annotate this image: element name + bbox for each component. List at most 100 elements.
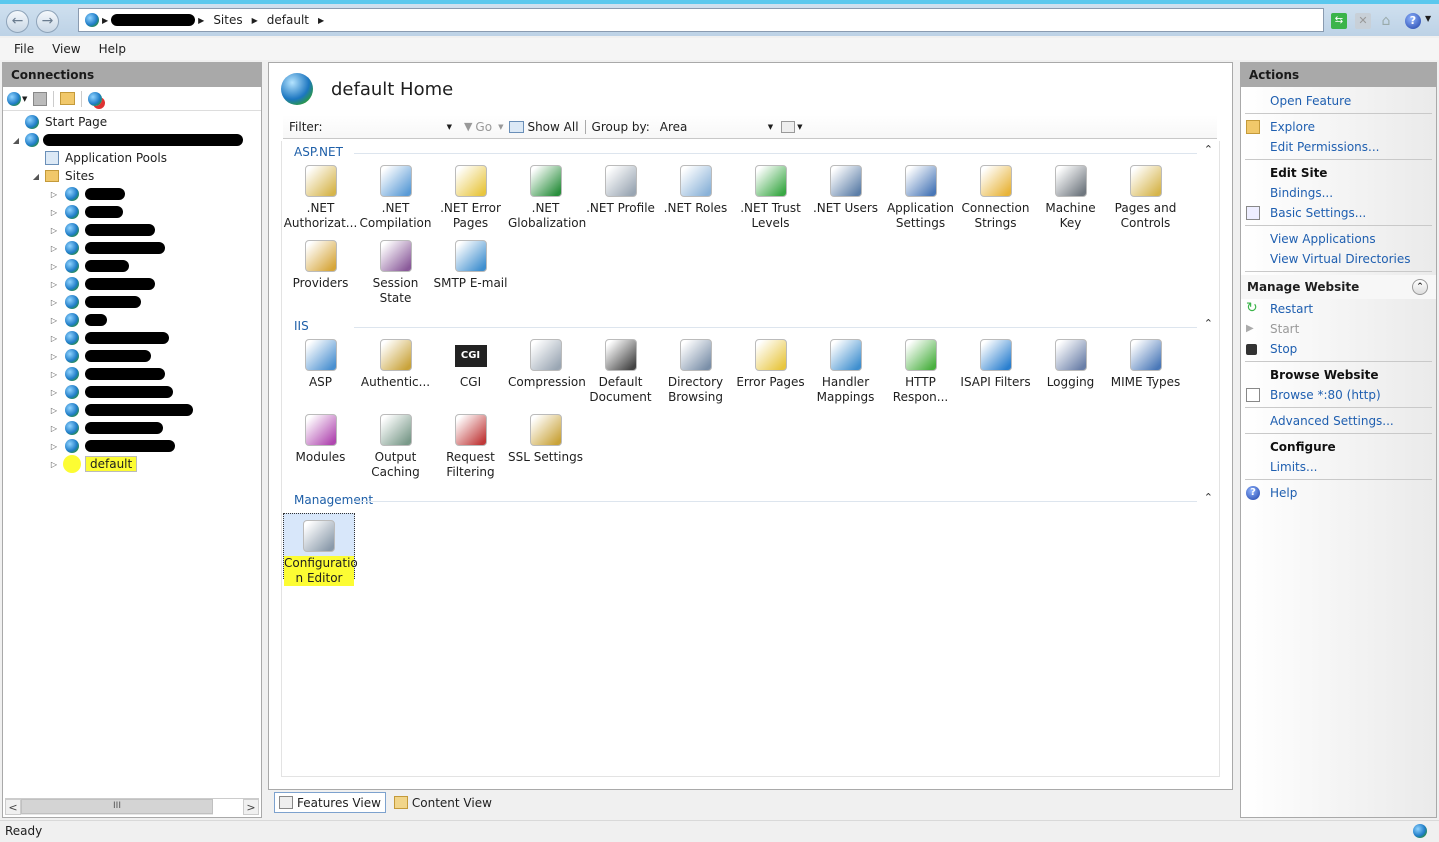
action-bindings[interactable]: Bindings... [1241, 183, 1436, 203]
expand-icon[interactable]: ▷ [49, 370, 59, 379]
group-header[interactable]: ASP.NET ⌃ [282, 143, 1221, 161]
menu-help[interactable]: Help [99, 42, 126, 56]
tree-site[interactable]: ▷ [3, 257, 261, 275]
feature-configuratio-n-editor[interactable]: Configuratio n Editor [283, 513, 358, 586]
tree-site[interactable]: ▷ [3, 365, 261, 383]
feature-mime-types[interactable]: MIME Types [1108, 339, 1183, 390]
view-mode-dropdown-icon[interactable]: ▼ [797, 123, 802, 131]
expand-icon[interactable]: ▷ [49, 334, 59, 343]
action-edit-permissions[interactable]: Edit Permissions... [1241, 137, 1436, 157]
tree-site[interactable]: ▷ [3, 347, 261, 365]
action-help[interactable]: ? Help [1241, 483, 1436, 503]
action-open-feature[interactable]: Open Feature [1241, 91, 1436, 111]
filter-dropdown-icon[interactable]: ▼ [447, 123, 452, 131]
tree-application-pools[interactable]: Application Pools [3, 149, 261, 167]
feature-modules[interactable]: Modules [283, 414, 358, 465]
expand-icon[interactable]: ▷ [49, 298, 59, 307]
action-browse-80[interactable]: Browse *:80 (http) [1241, 385, 1436, 405]
breadcrumb-server-redacted[interactable] [111, 14, 196, 26]
feature-default-document[interactable]: Default Document [583, 339, 658, 405]
feature-asp[interactable]: ASP [283, 339, 358, 390]
action-view-virtual-directories[interactable]: View Virtual Directories [1241, 249, 1436, 269]
go-button[interactable]: ▼ Go ▼ [464, 120, 504, 134]
expand-icon[interactable]: ▷ [49, 280, 59, 289]
feature-request-filtering[interactable]: Request Filtering [433, 414, 508, 480]
show-all-button[interactable]: Show All [509, 120, 579, 134]
breadcrumb-sites[interactable]: Sites [213, 13, 242, 27]
collapse-icon[interactable]: ⌃ [1412, 279, 1428, 295]
collapse-icon[interactable]: ⌃ [1204, 317, 1213, 330]
disconnect-icon[interactable] [88, 91, 103, 106]
expand-icon[interactable]: ▷ [49, 208, 59, 217]
feature-handler-mappings[interactable]: Handler Mappings [808, 339, 883, 405]
feature-isapi-filters[interactable]: ISAPI Filters [958, 339, 1033, 390]
action-advanced-settings[interactable]: Advanced Settings... [1241, 411, 1436, 431]
feature-net-trust-levels[interactable]: .NET Trust Levels [733, 165, 808, 231]
feature-net-error-pages[interactable]: .NET Error Pages [433, 165, 508, 231]
expand-icon[interactable]: ▷ [49, 226, 59, 235]
feature-net-roles[interactable]: .NET Roles [658, 165, 733, 216]
breadcrumb-separator[interactable]: ▶ [318, 16, 324, 25]
tree-site[interactable]: ▷ [3, 293, 261, 311]
action-start[interactable]: ▶ Start [1241, 319, 1436, 339]
breadcrumb-default[interactable]: default [267, 13, 309, 27]
tree-site[interactable]: ▷ [3, 419, 261, 437]
scroll-track[interactable] [213, 799, 243, 815]
action-limits[interactable]: Limits... [1241, 457, 1436, 477]
collapse-icon[interactable]: ◢ [11, 136, 21, 145]
connections-horizontal-scrollbar[interactable]: < III > [5, 798, 259, 815]
stop-icon[interactable]: ✕ [1355, 13, 1371, 29]
tab-content-view[interactable]: Content View [390, 792, 496, 813]
group-by-select[interactable]: Area [660, 120, 768, 134]
feature-providers[interactable]: Providers [283, 240, 358, 291]
expand-icon[interactable]: ▷ [49, 442, 59, 451]
tree-site[interactable]: ▷ [3, 311, 261, 329]
feature-session-state[interactable]: Session State [358, 240, 433, 306]
expand-icon[interactable]: ▷ [49, 262, 59, 271]
menu-file[interactable]: File [14, 42, 34, 56]
feature-directory-browsing[interactable]: Directory Browsing [658, 339, 733, 405]
feature-http-respon[interactable]: HTTP Respon... [883, 339, 958, 405]
action-view-applications[interactable]: View Applications [1241, 229, 1436, 249]
expand-icon[interactable]: ▷ [49, 460, 59, 469]
tree-start-page[interactable]: Start Page [3, 113, 261, 131]
connect-icon[interactable] [7, 91, 21, 106]
refresh-icon[interactable]: ⇆ [1331, 13, 1347, 29]
connect-dropdown-icon[interactable]: ▼ [22, 95, 27, 103]
back-button[interactable]: ← [6, 10, 29, 33]
expand-icon[interactable]: ▷ [49, 190, 59, 199]
tree-sites[interactable]: ◢ Sites [3, 167, 261, 185]
feature-connection-strings[interactable]: Connection Strings [958, 165, 1033, 231]
expand-icon[interactable]: ▷ [49, 352, 59, 361]
expand-icon[interactable]: ▷ [49, 244, 59, 253]
feature-logging[interactable]: Logging [1033, 339, 1108, 390]
tree-site[interactable]: ▷ [3, 203, 261, 221]
menu-view[interactable]: View [52, 42, 80, 56]
folder-up-icon[interactable] [60, 92, 76, 105]
feature-net-authorizat[interactable]: .NET Authorizat... [283, 165, 358, 231]
tree-server[interactable]: ◢ [3, 131, 261, 149]
feature-error-pages[interactable]: Error Pages [733, 339, 808, 390]
expand-icon[interactable]: ▷ [49, 316, 59, 325]
group-by-dropdown-icon[interactable]: ▼ [768, 123, 773, 131]
feature-net-profile[interactable]: .NET Profile [583, 165, 658, 216]
expand-icon[interactable]: ▷ [49, 406, 59, 415]
action-stop[interactable]: Stop [1241, 339, 1436, 359]
collapse-icon[interactable]: ⌃ [1204, 143, 1213, 156]
group-header[interactable]: Management ⌃ [282, 491, 1221, 509]
scroll-thumb[interactable]: III [21, 799, 213, 814]
expand-icon[interactable]: ▷ [49, 424, 59, 433]
tree-site[interactable]: ▷ [3, 185, 261, 203]
tree-site[interactable]: ▷ [3, 437, 261, 455]
tree-site[interactable]: ▷ [3, 275, 261, 293]
scroll-left-button[interactable]: < [5, 799, 21, 815]
collapse-icon[interactable]: ⌃ [1204, 491, 1213, 504]
expand-icon[interactable]: ▷ [49, 388, 59, 397]
tree-site[interactable]: ▷ [3, 401, 261, 419]
home-icon[interactable]: ⌂ [1378, 13, 1394, 29]
feature-output-caching[interactable]: Output Caching [358, 414, 433, 480]
feature-machine-key[interactable]: Machine Key [1033, 165, 1108, 231]
group-header[interactable]: IIS ⌃ [282, 317, 1221, 335]
feature-cgi[interactable]: CGI CGI [433, 339, 508, 390]
feature-compression[interactable]: Compression [508, 339, 586, 390]
